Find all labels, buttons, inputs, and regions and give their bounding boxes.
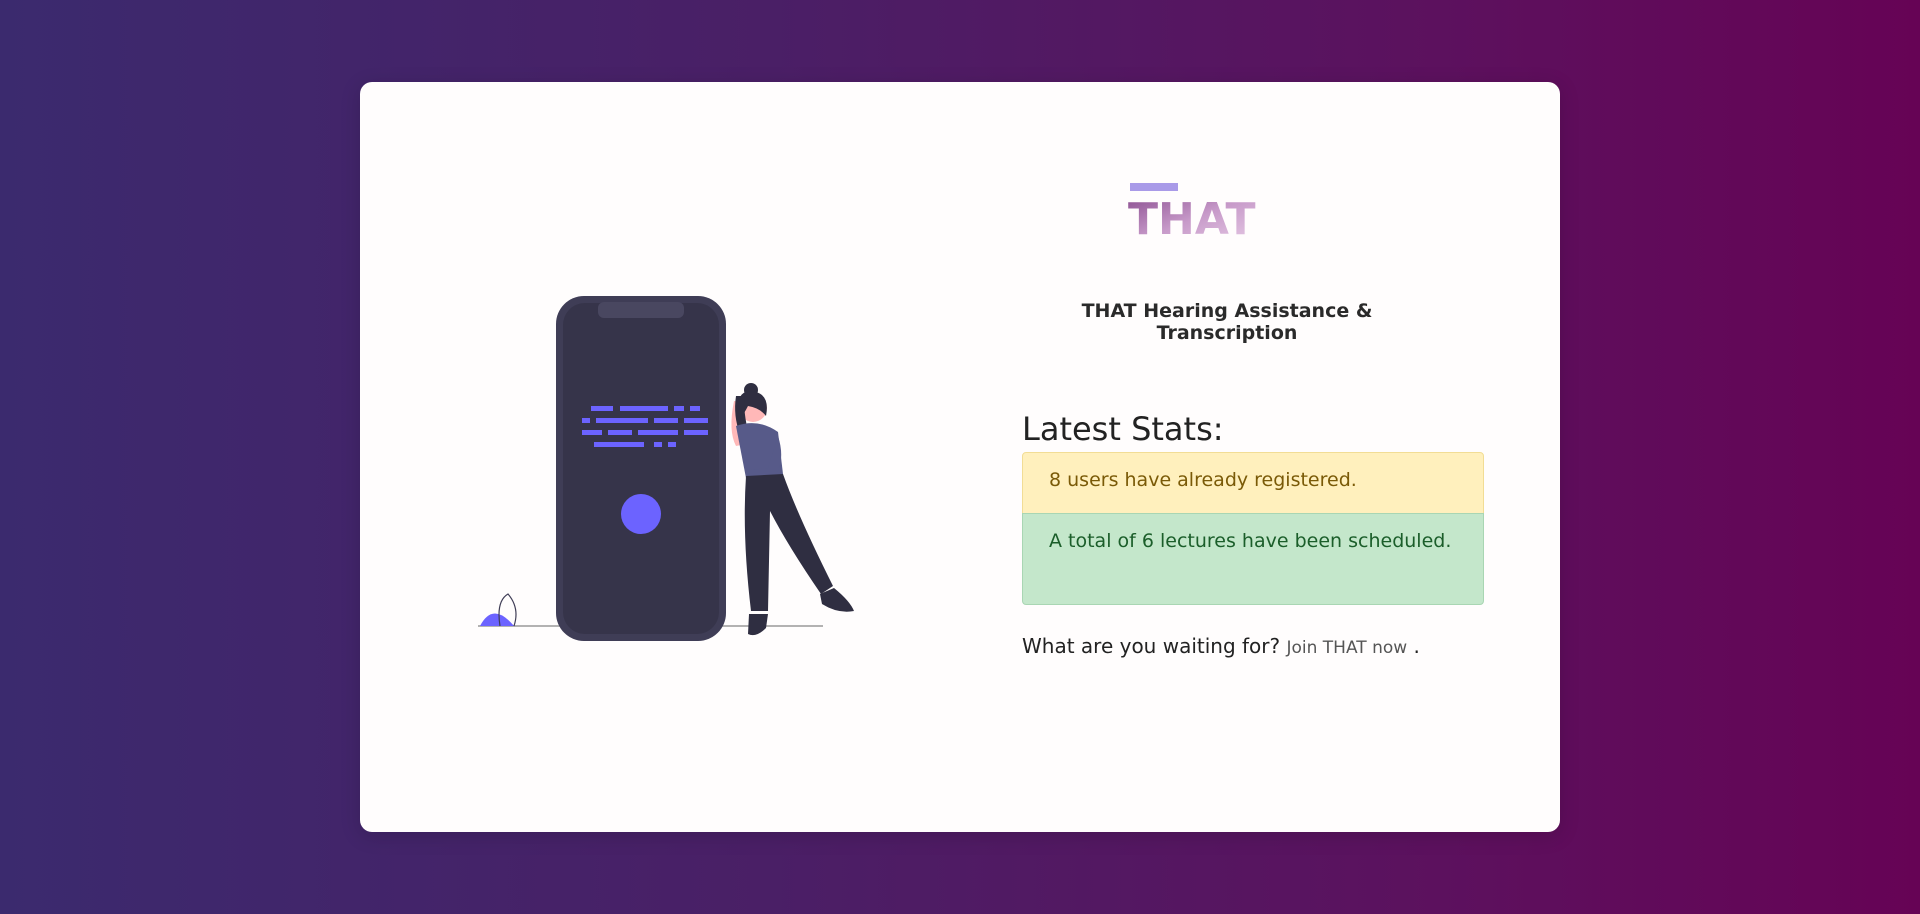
- woman-leaning-on-phone-illustration: [478, 296, 854, 641]
- stats-heading: Latest Stats:: [1022, 410, 1224, 448]
- woman-figure: [731, 383, 854, 636]
- phone-icon: [556, 296, 726, 641]
- content-column: THAT THAT Hearing Assistance & Transcrip…: [1022, 82, 1498, 832]
- that-logo: THAT: [1128, 183, 1256, 242]
- plant-icon: [480, 593, 517, 627]
- join-link[interactable]: Join THAT now: [1286, 638, 1407, 658]
- users-registered-alert: 8 users have already registered.: [1022, 452, 1484, 514]
- cta-suffix: .: [1413, 634, 1420, 658]
- call-to-action: What are you waiting for? Join THAT now …: [1022, 634, 1420, 658]
- logo-text: THAT: [1128, 194, 1256, 242]
- app-title: THAT Hearing Assistance & Transcription: [1081, 300, 1373, 344]
- cta-prompt: What are you waiting for?: [1022, 634, 1281, 658]
- lectures-scheduled-alert: A total of 6 lectures have been schedule…: [1022, 513, 1484, 605]
- main-card: THAT THAT Hearing Assistance & Transcrip…: [360, 82, 1560, 832]
